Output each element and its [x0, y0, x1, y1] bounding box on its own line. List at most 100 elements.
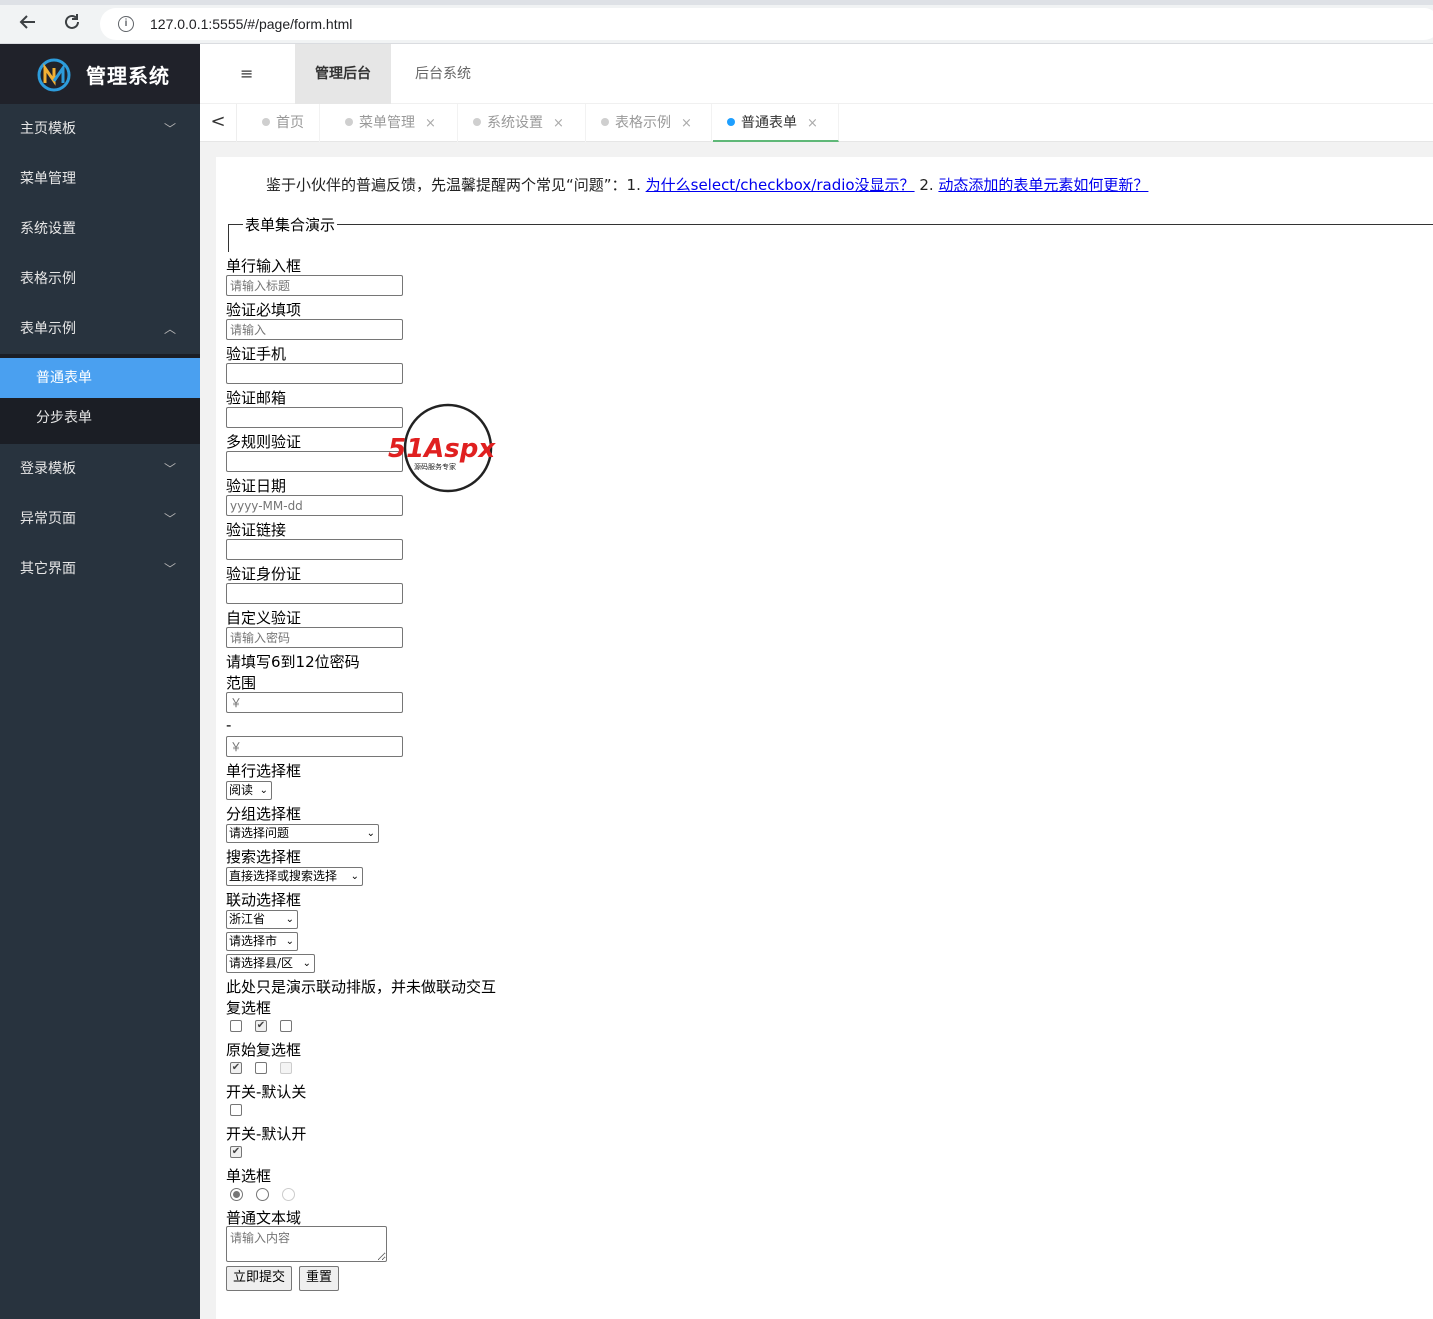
- notice-separator: 2.: [914, 176, 939, 194]
- sidebar-item-login-template[interactable]: 登录模板 ﹀: [0, 444, 200, 494]
- range-min-input[interactable]: [226, 692, 403, 713]
- email-input[interactable]: [226, 407, 403, 428]
- tab-menu-management[interactable]: 菜单管理 ×: [321, 104, 458, 142]
- site-info-icon[interactable]: i: [118, 16, 134, 32]
- sidebar-item-label: 表单示例: [20, 321, 76, 337]
- url-input[interactable]: [226, 539, 403, 560]
- phone-label: 验证手机: [226, 345, 287, 363]
- radio-option-1[interactable]: [230, 1188, 243, 1201]
- sidebar-item-other-pages[interactable]: 其它界面 ﹀: [0, 544, 200, 594]
- dynamic-form-update-link[interactable]: 动态添加的表单元素如何更新？: [938, 176, 1148, 194]
- province-select[interactable]: 浙江省 ⌄: [226, 910, 298, 929]
- select-value: 浙江省: [229, 912, 266, 926]
- url-label: 验证链接: [226, 521, 287, 539]
- notice-text: 鉴于小伙伴的普遍反馈，先温馨提醒两个常见“问题”：1. 为什么select/ch…: [266, 174, 1148, 195]
- tab-home[interactable]: 首页: [238, 104, 320, 142]
- textarea-label: 普通文本域: [226, 1209, 302, 1227]
- group-select-label: 分组选择框: [226, 805, 302, 823]
- tab-system-settings[interactable]: 系统设置 ×: [459, 104, 586, 142]
- checkbox-1[interactable]: [230, 1020, 242, 1032]
- app-logo-icon: [37, 58, 71, 92]
- chevron-down-icon: ﹀: [163, 462, 176, 476]
- raw-checkbox-label: 原始复选框: [226, 1041, 302, 1059]
- sidebar-item-label: 系统设置: [20, 221, 76, 237]
- tab-dot-icon: [473, 118, 481, 126]
- chevron-down-icon: ﹀: [163, 512, 176, 526]
- sidebar-item-home-template[interactable]: 主页模板 ﹀: [0, 104, 200, 154]
- single-select[interactable]: 阅读 ⌄: [226, 781, 272, 800]
- radio-option-3-disabled: [282, 1188, 295, 1201]
- reset-button[interactable]: 重置: [299, 1266, 340, 1291]
- reload-icon[interactable]: [61, 12, 83, 34]
- content-textarea[interactable]: [226, 1226, 387, 1262]
- back-arrow-icon[interactable]: [17, 12, 39, 34]
- tab-close-icon[interactable]: ×: [807, 116, 818, 131]
- switch-on-toggle[interactable]: ✔: [230, 1146, 242, 1158]
- chevron-down-icon: ⌄: [366, 828, 375, 839]
- browser-tabstrip-edge: [0, 0, 1433, 5]
- tab-close-icon[interactable]: ×: [681, 116, 692, 131]
- sidebar-item-menu-management[interactable]: 菜单管理: [0, 154, 200, 204]
- app-title: 管理系统: [86, 64, 170, 88]
- multi-rule-input[interactable]: [226, 451, 403, 472]
- tab-label: 系统设置: [487, 115, 543, 131]
- tab-close-icon[interactable]: ×: [553, 116, 564, 131]
- select-checkbox-radio-link[interactable]: 为什么select/checkbox/radio没显示？: [646, 176, 915, 194]
- tab-close-icon[interactable]: ×: [425, 116, 436, 131]
- 51aspx-watermark-logo: 51Aspx 源码服务专家: [388, 403, 496, 493]
- raw-checkbox-1[interactable]: ✔: [230, 1062, 242, 1074]
- select-value: 阅读: [229, 783, 254, 797]
- date-label: 验证日期: [226, 477, 287, 495]
- sidebar-subitem-normal-form[interactable]: 普通表单: [0, 358, 200, 398]
- sidebar-subitem-step-form[interactable]: 分步表单: [0, 398, 200, 438]
- tab-label: 表格示例: [615, 115, 671, 131]
- url-text: 127.0.0.1:5555/#/page/form.html: [150, 16, 353, 32]
- sidebar-item-form-example[interactable]: 表单示例 ︿: [0, 304, 200, 354]
- switch-off-toggle[interactable]: [230, 1104, 242, 1116]
- raw-checkbox-2[interactable]: [255, 1062, 267, 1074]
- chevron-down-icon: ﹀: [163, 562, 176, 576]
- tabbar-left-arrow-icon[interactable]: <: [200, 104, 237, 142]
- submit-button[interactable]: 立即提交: [226, 1266, 293, 1291]
- select-value: 直接选择或搜索选择: [229, 869, 338, 883]
- select-value: 请选择县/区: [229, 956, 294, 970]
- top-header: ≡ 管理后台 后台系统: [200, 44, 1433, 104]
- tab-dot-icon: [262, 118, 270, 126]
- sidebar-item-label: 登录模板: [20, 461, 76, 477]
- browser-toolbar: i 127.0.0.1:5555/#/page/form.html: [0, 0, 1433, 44]
- required-input[interactable]: [226, 319, 403, 340]
- header-tab-backend[interactable]: 后台系统: [395, 44, 491, 104]
- date-input[interactable]: [226, 495, 403, 516]
- city-select[interactable]: 请选择市 ⌄: [226, 932, 298, 951]
- raw-checkbox-3-disabled: [280, 1062, 292, 1074]
- phone-input[interactable]: [226, 363, 403, 384]
- checkbox-2[interactable]: ✔: [255, 1020, 267, 1032]
- group-select[interactable]: 请选择问题 ⌄: [226, 824, 379, 843]
- password-hint: 请填写6到12位密码: [226, 653, 360, 671]
- chevron-down-icon: ⌄: [259, 785, 268, 796]
- password-input[interactable]: [226, 627, 403, 648]
- chevron-down-icon: ⌄: [302, 958, 311, 969]
- sidebar-item-system-settings[interactable]: 系统设置: [0, 204, 200, 254]
- linked-select-note: 此处只是演示联动排版，并未做联动交互: [226, 978, 497, 996]
- search-select[interactable]: 直接选择或搜索选择 ⌄: [226, 867, 363, 886]
- title-input[interactable]: [226, 275, 403, 296]
- sidebar-item-error-pages[interactable]: 异常页面 ﹀: [0, 494, 200, 544]
- range-max-input[interactable]: [226, 736, 403, 757]
- check-icon: ✔: [256, 1020, 266, 1031]
- district-select[interactable]: 请选择县/区 ⌄: [226, 954, 315, 973]
- search-select-label: 搜索选择框: [226, 848, 302, 866]
- tab-table-example[interactable]: 表格示例 ×: [587, 104, 712, 142]
- tab-label: 普通表单: [741, 115, 797, 131]
- title-label: 单行输入框: [226, 257, 302, 275]
- idcard-input[interactable]: [226, 583, 403, 604]
- form-example-submenu: 普通表单 分步表单: [0, 354, 200, 444]
- tab-normal-form[interactable]: 普通表单 ×: [713, 104, 839, 142]
- range-separator: -: [226, 716, 232, 734]
- header-tab-admin[interactable]: 管理后台: [295, 44, 391, 104]
- sidebar-item-table-example[interactable]: 表格示例: [0, 254, 200, 304]
- checkbox-3[interactable]: [280, 1020, 292, 1032]
- radio-option-2[interactable]: [256, 1188, 269, 1201]
- sidebar-toggle-icon[interactable]: ≡: [240, 64, 253, 83]
- address-bar[interactable]: i 127.0.0.1:5555/#/page/form.html: [100, 8, 1433, 40]
